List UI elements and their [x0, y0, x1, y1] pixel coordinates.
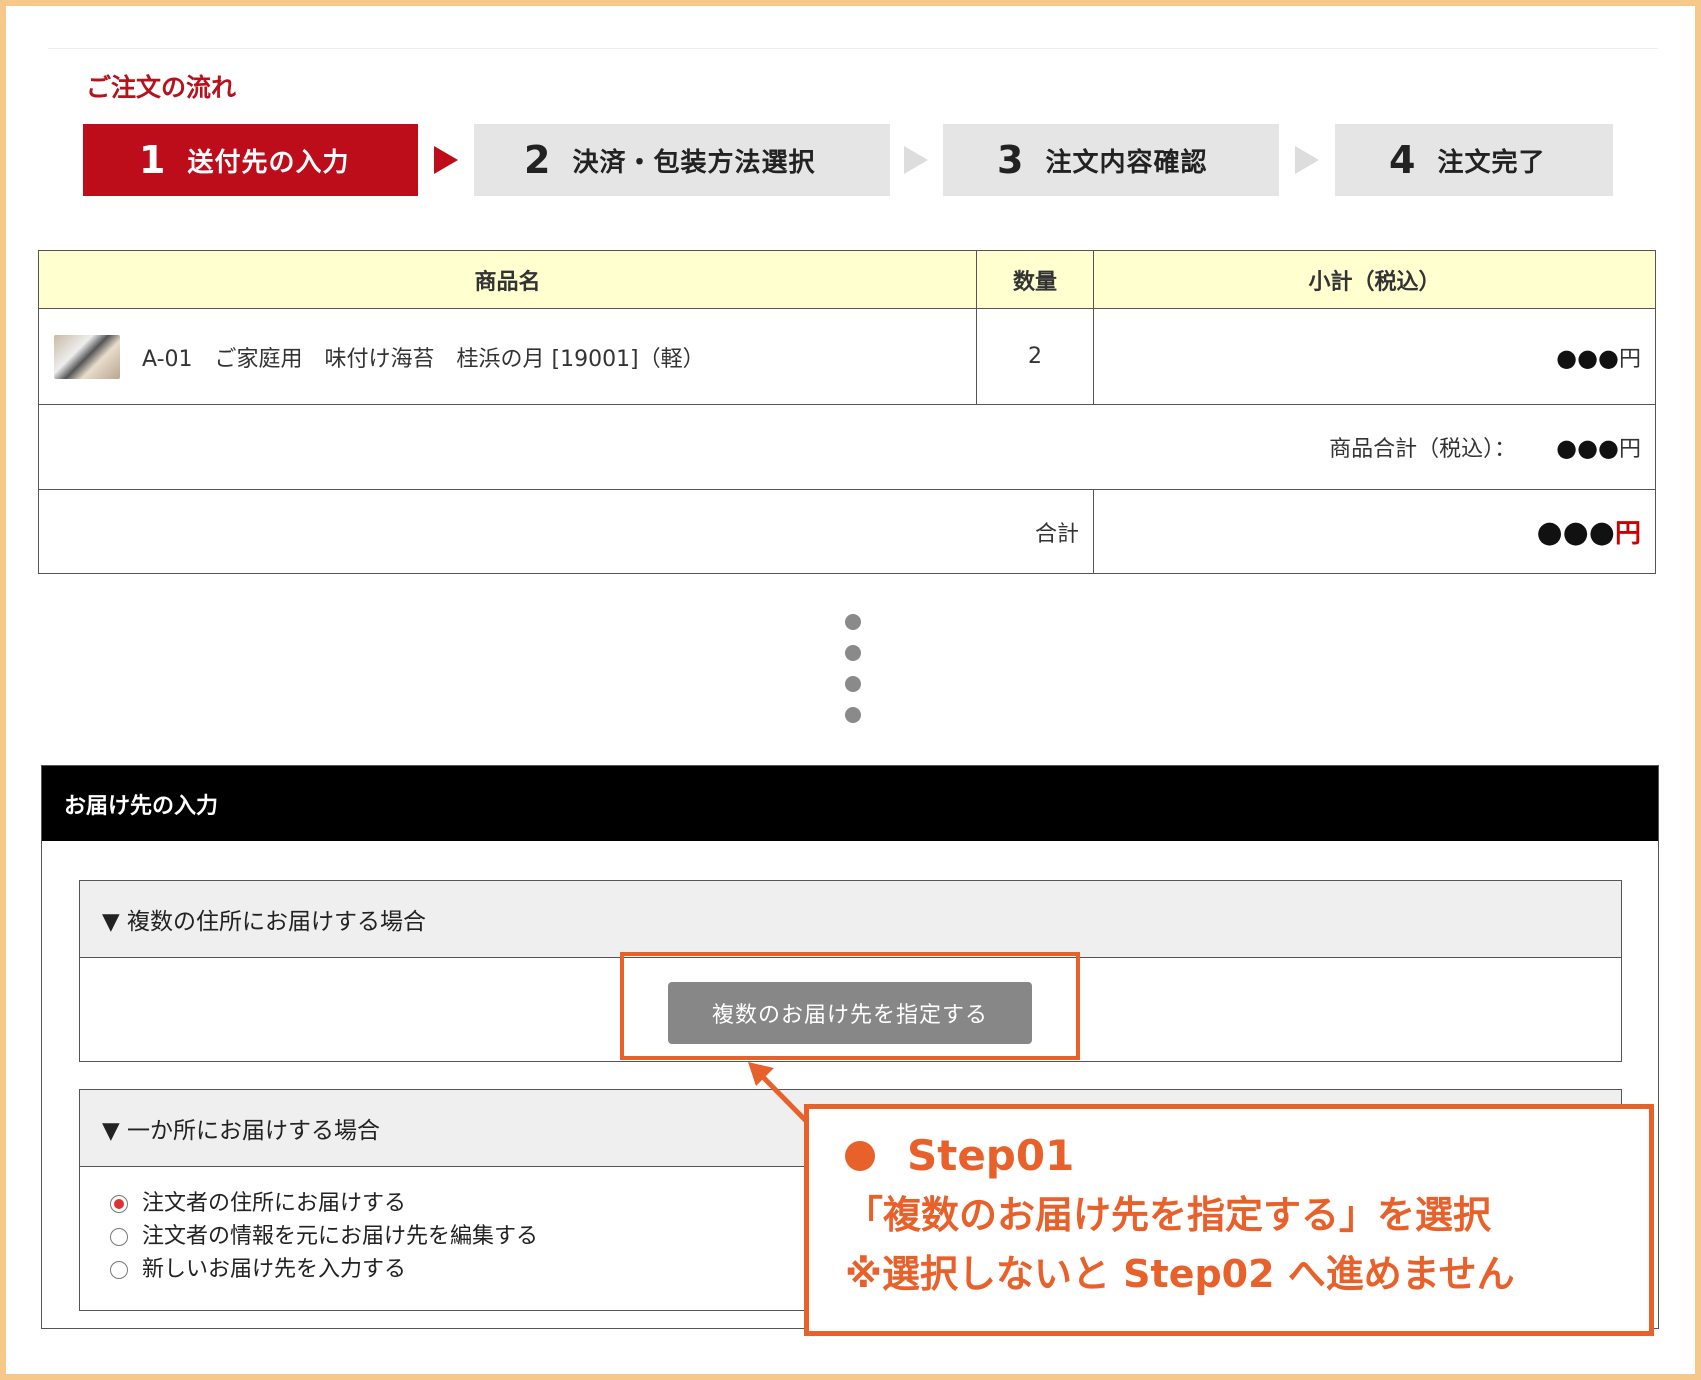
bullet-icon [845, 1140, 875, 1171]
header-subtotal: 小計（税込） [1093, 250, 1656, 309]
subtotal-value: ●●● [1556, 343, 1619, 372]
product-name[interactable]: A-01 ご家庭用 味付け海苔 桂浜の月 [19001]（軽） [142, 341, 705, 373]
total-value: ●●● [1536, 515, 1615, 550]
table-row: A-01 ご家庭用 味付け海苔 桂浜の月 [19001]（軽） 2 ●●●円 [38, 308, 1656, 405]
cart-table: 商品名 数量 小計（税込） A-01 ご家庭用 味付け海苔 桂浜の月 [1900… [38, 250, 1656, 574]
step-label: 注文内容確認 [1045, 147, 1208, 178]
yen-unit: 円 [1614, 519, 1641, 549]
cart-header-row: 商品名 数量 小計（税込） [38, 250, 1656, 309]
step-number: 1 [139, 138, 166, 182]
step-callout: Step01 「複数のお届け先を指定する」を選択 ※選択しないと Step02 … [804, 1104, 1654, 1336]
multi-address-heading: ▼ 複数の住所にお届けする場合 [80, 881, 1621, 958]
header-product-name: 商品名 [38, 250, 977, 309]
goods-total-value: ●●● [1556, 434, 1619, 462]
step-2: 2 決済・包装方法選択 [474, 124, 890, 196]
header-quantity: 数量 [976, 250, 1094, 309]
step-label: 送付先の入力 [187, 147, 350, 178]
step-label: 決済・包装方法選択 [572, 147, 816, 178]
total-label: 合計 [38, 489, 1094, 574]
step-arrow-icon [904, 146, 928, 174]
product-thumbnail[interactable] [54, 334, 120, 379]
step-4: 4 注文完了 [1335, 124, 1613, 196]
flow-title: ご注文の流れ [86, 73, 237, 102]
divider [48, 48, 1658, 49]
goods-total-label: 商品合計（税込）： [1329, 437, 1517, 462]
subtotal-cell: ●●●円 [1093, 308, 1656, 405]
step-1: 1 送付先の入力 [83, 124, 418, 196]
radio-button[interactable] [110, 1260, 128, 1279]
delivery-title: お届け先の入力 [42, 766, 1658, 841]
total-cell: ●●●円 [1093, 489, 1656, 574]
callout-note: ※選択しないと Step02 へ進めません [845, 1252, 1515, 1296]
radio-button-selected[interactable] [110, 1194, 128, 1213]
goods-total-cell: 商品合計（税込）： ●●●円 [38, 404, 1656, 490]
step-label: 注文完了 [1437, 147, 1546, 178]
step-number: 3 [997, 138, 1024, 182]
option-label: 注文者の情報を元にお届け先を編集する [142, 1224, 539, 1249]
step-number: 2 [524, 138, 551, 182]
radio-button[interactable] [110, 1227, 128, 1246]
step-arrow-icon [1295, 146, 1319, 174]
callout-instruction: 「複数のお届け先を指定する」を選択 [845, 1193, 1492, 1237]
step-number: 4 [1389, 138, 1416, 182]
quantity-cell: 2 [976, 308, 1094, 405]
callout-step: Step01 [907, 1131, 1075, 1180]
yen-unit: 円 [1618, 346, 1641, 372]
step-arrow-icon [434, 146, 458, 174]
option-label: 新しいお届け先を入力する [142, 1257, 407, 1282]
step-3: 3 注文内容確認 [943, 124, 1279, 196]
yen-unit: 円 [1618, 437, 1641, 462]
goods-total-row: 商品合計（税込）： ●●●円 [38, 404, 1656, 490]
highlight-box [620, 952, 1080, 1060]
option-label: 注文者の住所にお届けする [142, 1191, 407, 1216]
ellipsis-icon [845, 614, 863, 738]
order-steps: 1 送付先の入力 2 決済・包装方法選択 3 注文内容確認 4 注文完了 [83, 124, 1683, 196]
product-cell: A-01 ご家庭用 味付け海苔 桂浜の月 [19001]（軽） [38, 308, 977, 405]
grand-total-row: 合計 ●●●円 [38, 489, 1656, 574]
